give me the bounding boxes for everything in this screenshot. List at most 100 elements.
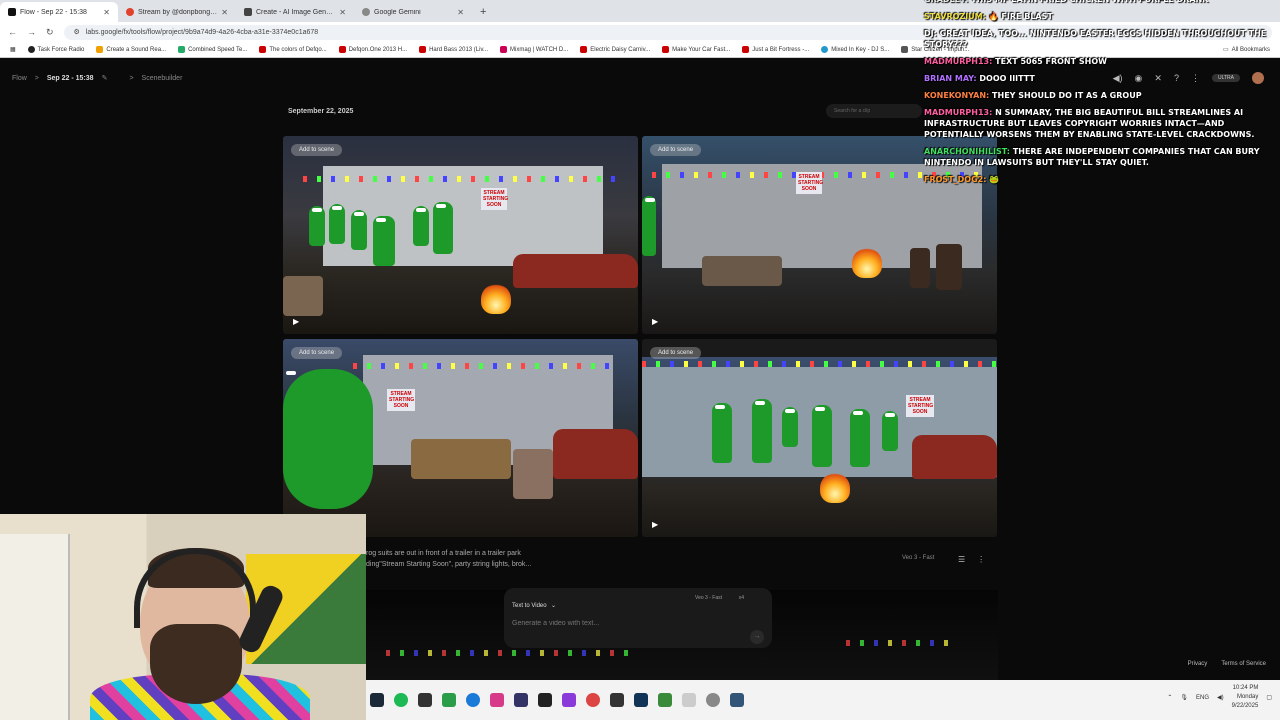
send-arrow-icon[interactable]: →	[750, 630, 764, 644]
play-icon[interactable]: ▶	[652, 317, 658, 326]
add-to-scene-button[interactable]: Add to scene	[291, 144, 343, 156]
video-thumbnail: STREAM STARTING SOON	[283, 136, 638, 334]
bookmark-item[interactable]: Hard Bass 2013 (Liv...	[419, 46, 488, 53]
breadcrumb-flow[interactable]: Flow	[12, 75, 27, 82]
sign-text: STREAM STARTING SOON	[481, 188, 509, 210]
clock[interactable]: 10:24 PM Monday 9/22/2025	[1232, 684, 1259, 711]
app-icon[interactable]	[658, 693, 672, 707]
bookmark-favicon-icon	[821, 46, 829, 53]
chevron-down-icon: ⌄	[551, 603, 557, 609]
chat-message: Konekonyan: they should do it as a group	[924, 90, 1280, 101]
app-icon[interactable]	[418, 693, 432, 707]
chat-message: madmurph13: text 5065 front show	[924, 56, 1280, 67]
tab-label: Create - AI Image Generator |	[256, 8, 335, 16]
close-tab-icon[interactable]: ✕	[103, 8, 110, 17]
bookmark-item[interactable]: Electric Daisy Carniv...	[580, 46, 650, 53]
steam-icon[interactable]	[370, 693, 384, 707]
video-tile[interactable]: STREAM STARTING SOON Add to scene ▶	[283, 136, 638, 334]
chat-message: Stavrozium: 🔥 fire blast	[924, 11, 1280, 22]
bookmark-item[interactable]: Defqon.One 2013 H...	[338, 46, 407, 53]
chat-message: Frost_Dog2: 🐸	[924, 174, 1280, 185]
play-icon[interactable]: ▶	[293, 317, 299, 326]
search-input[interactable]: Search for a clip	[826, 104, 922, 118]
sign-text: STREAM STARTING SOON	[906, 395, 934, 417]
app-icon[interactable]	[634, 693, 648, 707]
lang-indicator[interactable]: ENG	[1196, 695, 1209, 701]
site-info-icon[interactable]: ⚙	[74, 28, 80, 36]
output-count[interactable]: x4	[739, 595, 744, 601]
flow-favicon-icon	[8, 8, 16, 16]
app-icon[interactable]	[730, 693, 744, 707]
browser-tab-create[interactable]: Create - AI Image Generator | ✕	[236, 2, 354, 22]
project-title[interactable]: Sep 22 - 15:38	[47, 75, 94, 82]
browser-tab-stream[interactable]: Stream by @donpbongwater | ✕	[118, 2, 236, 22]
close-tab-icon[interactable]: ✕	[457, 8, 464, 17]
close-tab-icon[interactable]: ✕	[339, 8, 346, 17]
bookmark-item[interactable]: Create a Sound Rea...	[96, 46, 166, 53]
stream-favicon-icon	[126, 8, 134, 16]
back-icon[interactable]: ←	[8, 27, 17, 37]
volume-icon[interactable]: ◀)	[1217, 694, 1224, 701]
add-to-scene-button[interactable]: Add to scene	[291, 347, 343, 359]
video-tile[interactable]: STREAM STARTING SOON Add to scene	[283, 339, 638, 537]
browser-tab-gemini[interactable]: Google Gemini ✕	[354, 2, 472, 22]
prompt-line: rog suits are out in front of a trailer …	[366, 550, 521, 557]
bookmark-item[interactable]: Task Force Radio	[27, 46, 84, 53]
bookmark-item[interactable]: The colors of Defqo...	[259, 46, 327, 53]
model-label: Veo 3 - Fast	[902, 555, 935, 561]
tab-label: Flow - Sep 22 - 15:38	[20, 8, 87, 16]
breadcrumb-separator: >	[129, 74, 134, 82]
gemini-favicon-icon	[362, 8, 370, 16]
app-icon[interactable]	[562, 693, 576, 707]
app-icon[interactable]	[682, 693, 696, 707]
chat-username: AnarchoNihilist:	[924, 147, 1011, 156]
browser-tab-flow[interactable]: Flow - Sep 22 - 15:38 ✕	[0, 2, 118, 22]
forward-icon[interactable]: →	[27, 27, 36, 37]
video-tile[interactable]: STREAM STARTING SOON Add to scene ▶	[642, 339, 997, 537]
app-icon[interactable]	[442, 693, 456, 707]
bookmark-favicon-icon	[901, 46, 909, 53]
breadcrumb-scenebuilder[interactable]: Scenebuilder	[142, 75, 183, 82]
app-icon[interactable]	[610, 693, 624, 707]
mode-dropdown[interactable]: Text to Video	[512, 603, 547, 609]
chat-text: they should do it as a group	[992, 91, 1142, 100]
app-icon[interactable]	[538, 693, 552, 707]
spotify-icon[interactable]	[394, 693, 408, 707]
bookmark-favicon-icon	[500, 46, 508, 53]
bookmark-item[interactable]: Make Your Car Fast...	[662, 46, 730, 53]
settings-icon[interactable]	[706, 693, 720, 707]
terms-link[interactable]: Terms of Service	[1221, 661, 1266, 667]
app-icon[interactable]	[514, 693, 528, 707]
bookmark-favicon-icon	[580, 46, 588, 53]
close-tab-icon[interactable]: ✕	[221, 8, 228, 17]
reuse-prompt-icon[interactable]: ☰	[958, 555, 965, 564]
app-icon[interactable]	[466, 693, 480, 707]
prompt-composer[interactable]: Text to Video ⌄ Veo 3 - Fast x4 →	[504, 588, 772, 648]
app-icon[interactable]	[490, 693, 504, 707]
prompt-input[interactable]	[512, 620, 732, 627]
chat-message: AnarchoNihilist: there are independent c…	[924, 146, 1280, 168]
breadcrumb-separator: >	[34, 74, 39, 82]
apps-grid-icon[interactable]: ▦	[10, 46, 16, 53]
more-vertical-icon[interactable]: ⋮	[977, 555, 985, 564]
add-to-scene-button[interactable]: Add to scene	[650, 347, 702, 359]
microphone-icon[interactable]: 🎙	[1180, 694, 1188, 701]
chat-message: madmurph13: n summary, the Big Beautiful…	[924, 107, 1280, 140]
edit-pencil-icon[interactable]: ✎	[102, 74, 108, 82]
add-to-scene-button[interactable]: Add to scene	[650, 144, 702, 156]
bookmark-item[interactable]: Just a Bit Fortress -...	[742, 46, 809, 53]
bookmark-item[interactable]: Mixed In Key - DJ S...	[821, 46, 889, 53]
bookmark-item[interactable]: Combined Speed Te...	[178, 46, 247, 53]
notification-icon[interactable]: ▢	[1266, 694, 1272, 701]
chrome-icon[interactable]	[586, 693, 600, 707]
bookmark-item[interactable]: Mixmag | WATCH D...	[500, 46, 568, 53]
privacy-link[interactable]: Privacy	[1188, 661, 1208, 667]
bookmark-favicon-icon	[259, 46, 267, 53]
reload-icon[interactable]: ↻	[46, 27, 54, 38]
model-selector[interactable]: Veo 3 - Fast	[695, 595, 722, 601]
new-tab-button[interactable]: +	[472, 2, 494, 22]
stream-chat-overlay: Gradley: this mf eatin fried chicken wit…	[924, 0, 1280, 191]
clock-time: 10:24 PM	[1232, 685, 1259, 691]
chevron-up-icon[interactable]: ⌃	[1167, 694, 1172, 701]
play-icon[interactable]: ▶	[652, 520, 658, 529]
